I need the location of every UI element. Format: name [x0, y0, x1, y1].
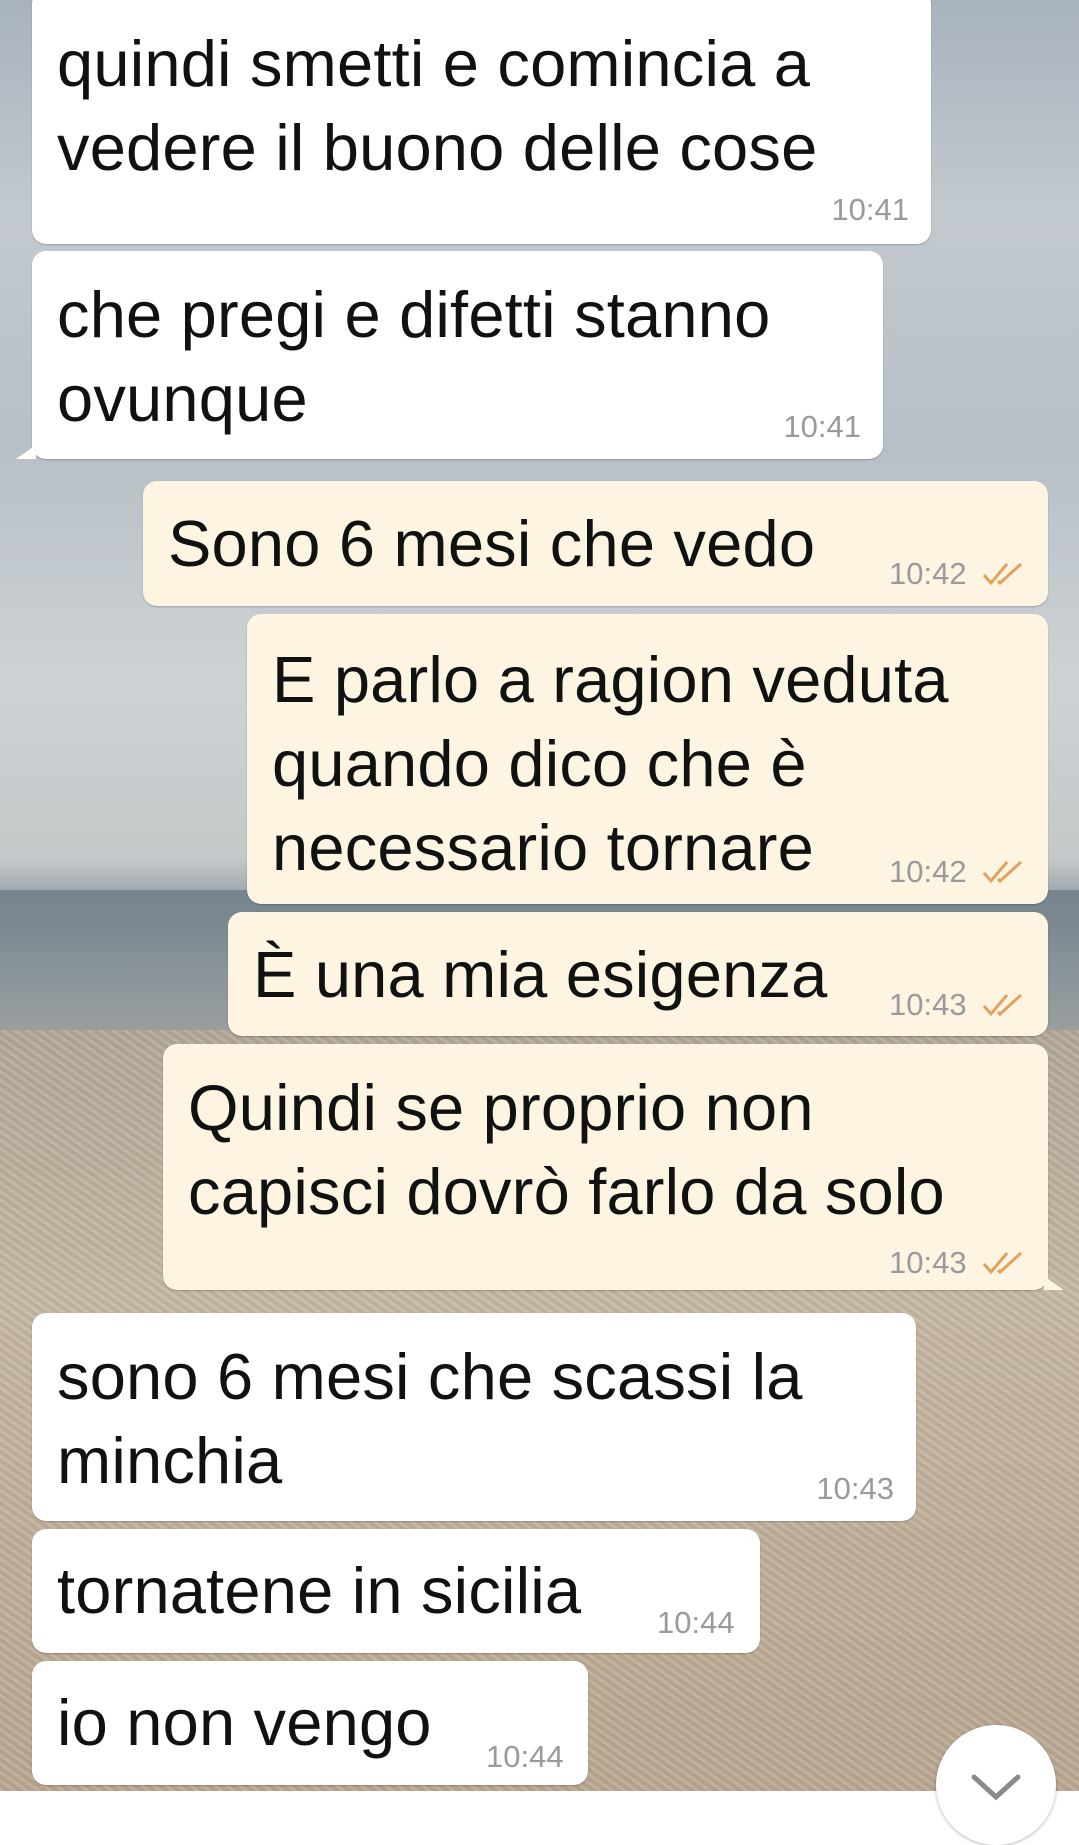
message-time: 10:43	[889, 1245, 967, 1280]
read-receipt-icon	[982, 993, 1023, 1017]
message-bubble-outgoing[interactable]: È una mia esigenza 10:43	[228, 912, 1048, 1036]
message-bubble-incoming[interactable]: quindi smetti e comincia a vedere il buo…	[32, 0, 931, 244]
message-text: Quindi se proprio non capisci dovrò farl…	[188, 1071, 945, 1228]
message-time: 10:42	[889, 854, 967, 889]
chevron-down-icon	[971, 1774, 1021, 1801]
message-time: 10:41	[783, 409, 861, 444]
message-time: 10:42	[889, 556, 967, 591]
message-bubble-outgoing[interactable]: E parlo a ragion veduta quando dico che …	[247, 614, 1048, 904]
message-text: io non vengo	[57, 1686, 432, 1759]
bubble-tail	[1044, 1276, 1064, 1290]
message-text: È una mia esigenza	[253, 938, 828, 1011]
message-bubble-incoming[interactable]: che pregi e difetti stanno ovunque 10:41	[16, 251, 883, 459]
read-receipt-icon	[982, 1251, 1023, 1275]
message-bubble-outgoing[interactable]: Sono 6 mesi che vedo 10:42	[143, 481, 1048, 606]
read-receipt-icon	[982, 562, 1023, 586]
bubble-tail	[16, 445, 36, 459]
message-bubble-incoming[interactable]: sono 6 mesi che scassi la minchia 10:43	[32, 1313, 916, 1521]
message-text: che pregi e difetti stanno ovunque	[57, 278, 771, 435]
message-text: tornatene in sicilia	[57, 1554, 582, 1627]
message-time: 10:41	[831, 192, 909, 227]
message-time: 10:43	[816, 1471, 894, 1506]
message-text: E parlo a ragion veduta quando dico che …	[272, 643, 949, 884]
message-text: quindi smetti e comincia a vedere il buo…	[57, 27, 818, 184]
message-time: 10:44	[486, 1739, 564, 1774]
scroll-to-bottom-button[interactable]	[936, 1725, 1056, 1845]
message-bubble-outgoing[interactable]: Quindi se proprio non capisci dovrò farl…	[163, 1044, 1064, 1290]
message-time: 10:43	[889, 987, 967, 1022]
message-text: sono 6 mesi che scassi la minchia	[57, 1340, 803, 1497]
message-bubble-incoming[interactable]: tornatene in sicilia 10:44	[32, 1529, 760, 1653]
message-bubble-incoming[interactable]: io non vengo 10:44	[32, 1661, 588, 1785]
message-text: Sono 6 mesi che vedo	[168, 507, 816, 580]
message-time: 10:44	[657, 1605, 735, 1640]
read-receipt-icon	[982, 860, 1023, 884]
